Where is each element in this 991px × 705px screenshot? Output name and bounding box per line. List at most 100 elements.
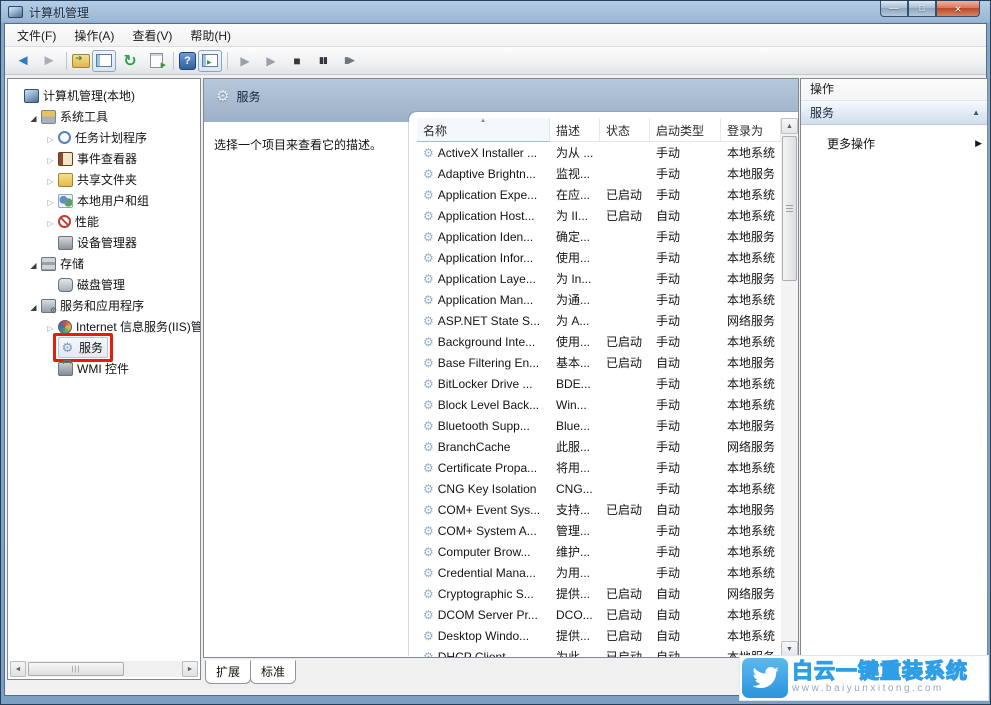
tree-item[interactable]: 服务和应用程序 [8,295,200,316]
service-row[interactable]: DHCP Client为此...已启动自动本地服务 [417,646,781,658]
maximize-button[interactable]: □ [908,1,936,17]
expander-icon[interactable] [28,299,39,313]
scrollbar-thumb[interactable]: ||| [28,662,124,676]
service-row[interactable]: BitLocker Drive ... BDE... 手动 本地系统 [417,373,781,394]
expander-icon[interactable] [28,257,39,271]
expander-icon[interactable] [45,320,56,334]
service-row[interactable]: Adaptive Brightn... 监视... 手动 本地服务 [417,163,781,184]
service-row[interactable]: Computer Brow... 维护... 手动 本地系统 [417,541,781,562]
tree-item-content[interactable]: 服务和应用程序 [39,295,149,316]
tree-item[interactable]: 计算机管理(本地) [8,85,200,106]
tree-horizontal-scrollbar[interactable]: ◄ ||| ► [10,661,198,677]
tree-item[interactable]: 共享文件夹 [8,169,200,190]
service-row[interactable]: Certificate Propa... 将用... 手动 本地系统 [417,457,781,478]
collapse-section-icon[interactable]: ▲ [972,108,980,117]
show-action-pane-icon[interactable] [198,49,222,72]
tree-item[interactable]: 事件查看器 [8,148,200,169]
back-icon[interactable] [11,50,35,72]
tree-item[interactable]: 本地用户和组 [8,190,200,211]
tree-item[interactable]: WMI 控件 [8,358,200,379]
expander-icon[interactable] [45,194,56,208]
refresh-icon[interactable] [118,50,142,72]
up-folder-icon[interactable] [72,53,90,68]
column-header-1[interactable]: 描述 [550,118,600,141]
tree-item-content[interactable]: WMI 控件 [56,358,134,379]
expander-icon[interactable] [45,215,56,229]
close-button[interactable]: × [936,1,980,17]
service-row[interactable]: Cryptographic S... 提供... 已启动自动 网络服务 [417,583,781,604]
scrollbar-track[interactable]: ||| [26,661,182,677]
more-actions-item[interactable]: 更多操作 ▶ [801,125,987,152]
service-row[interactable]: Application Expe... 在应... 已启动手动 本地系统 [417,184,781,205]
service-row[interactable]: COM+ Event Sys... 支持... 已启动自动 本地服务 [417,499,781,520]
service-row[interactable]: DCOM Server Pr... DCO... 已启动自动 本地系统 [417,604,781,625]
column-header-3[interactable]: 启动类型 [650,118,721,141]
help-icon[interactable] [179,52,196,69]
service-row[interactable]: BranchCache 此服... 手动 网络服务 [417,436,781,457]
service-row[interactable]: Application Man... 为通... 手动 本地系统 [417,289,781,310]
service-row[interactable]: Desktop Windo... 提供... 已启动自动 本地系统 [417,625,781,646]
service-row[interactable]: Application Iden... 确定... 手动 本地服务 [417,226,781,247]
menu-item-2[interactable]: 查看(V) [123,24,181,47]
tab-扩展[interactable]: 扩展 [205,660,252,684]
service-row[interactable]: Application Infor... 使用... 手动 本地系统 [417,247,781,268]
scroll-right-icon[interactable]: ► [182,661,198,677]
service-row[interactable]: Bluetooth Supp... Blue... 手动 本地服务 [417,415,781,436]
service-row[interactable]: COM+ System A... 管理... 手动 本地系统 [417,520,781,541]
expander-icon[interactable] [45,173,56,187]
menu-item-3[interactable]: 帮助(H) [181,24,240,47]
tree-item-content[interactable]: 服务 [58,337,109,358]
tree-item-content[interactable]: 任务计划程序 [56,127,152,148]
tree-item[interactable]: 磁盘管理 [8,274,200,295]
services-vertical-scrollbar[interactable]: ▲ ▼ [781,118,798,657]
scrollbar-thumb[interactable] [782,136,797,281]
service-row[interactable]: ASP.NET State S... 为 A... 手动 网络服务 [417,310,781,331]
service-row[interactable]: Application Laye... 为 In... 手动 本地服务 [417,268,781,289]
menu-item-0[interactable]: 文件(F) [8,24,65,47]
tree-item-content[interactable]: 性能 [56,211,104,232]
tree-item[interactable]: 性能 [8,211,200,232]
minimize-button[interactable]: — [880,1,908,17]
resume-service-icon[interactable] [259,50,283,72]
menu-item-1[interactable]: 操作(A) [65,24,123,47]
tree-item-content[interactable]: 共享文件夹 [56,169,142,190]
tree-item[interactable]: 存储 [8,253,200,274]
service-row[interactable]: Block Level Back... Win... 手动 本地系统 [417,394,781,415]
scroll-left-icon[interactable]: ◄ [10,661,26,677]
title-bar[interactable]: 计算机管理 [1,1,990,23]
service-row[interactable]: Credential Mana... 为用... 手动 本地系统 [417,562,781,583]
expander-icon[interactable] [45,131,56,145]
start-service-icon[interactable] [233,50,257,72]
scroll-up-icon[interactable]: ▲ [781,118,798,134]
tree-item-content[interactable]: 计算机管理(本地) [22,85,140,106]
tab-标准[interactable]: 标准 [250,660,297,684]
tree-item[interactable]: 系统工具 [8,106,200,127]
column-header-4[interactable]: 登录为 [721,118,781,141]
tree-item-content[interactable]: 存储 [39,253,89,274]
tree-item-content[interactable]: 系统工具 [39,106,113,127]
tree-item-content[interactable]: 设备管理器 [56,232,142,253]
tree-item-content[interactable]: 磁盘管理 [56,274,130,295]
service-row[interactable]: ActiveX Installer ... 为从 ... 手动 本地系统 [417,142,781,163]
column-header-2[interactable]: 状态 [600,118,650,141]
forward-icon[interactable] [37,50,61,72]
tree-item-content[interactable]: 本地用户和组 [56,190,154,211]
column-header-0[interactable]: 名称 ▲ [417,118,550,142]
service-description: 为此... [556,650,591,657]
tree-item[interactable]: 任务计划程序 [8,127,200,148]
expander-icon[interactable] [45,152,56,166]
export-list-icon[interactable] [144,50,168,72]
pause-service-icon[interactable] [311,50,335,72]
tree-item[interactable]: 服务 [8,333,200,362]
expander-icon[interactable] [28,110,39,124]
actions-services-section[interactable]: 服务 ▲ [801,101,987,125]
service-row[interactable]: Application Host... 为 II... 已启动自动 本地系统 [417,205,781,226]
service-row[interactable]: Background Inte... 使用... 已启动手动 本地系统 [417,331,781,352]
service-row[interactable]: Base Filtering En... 基本... 已启动自动 本地服务 [417,352,781,373]
show-console-tree-icon[interactable] [92,49,116,72]
tree-item-content[interactable]: 事件查看器 [56,148,142,169]
stop-service-icon[interactable] [285,50,309,72]
tree-item[interactable]: 设备管理器 [8,232,200,253]
service-row[interactable]: CNG Key Isolation CNG... 手动 本地系统 [417,478,781,499]
restart-service-icon[interactable] [337,50,361,72]
